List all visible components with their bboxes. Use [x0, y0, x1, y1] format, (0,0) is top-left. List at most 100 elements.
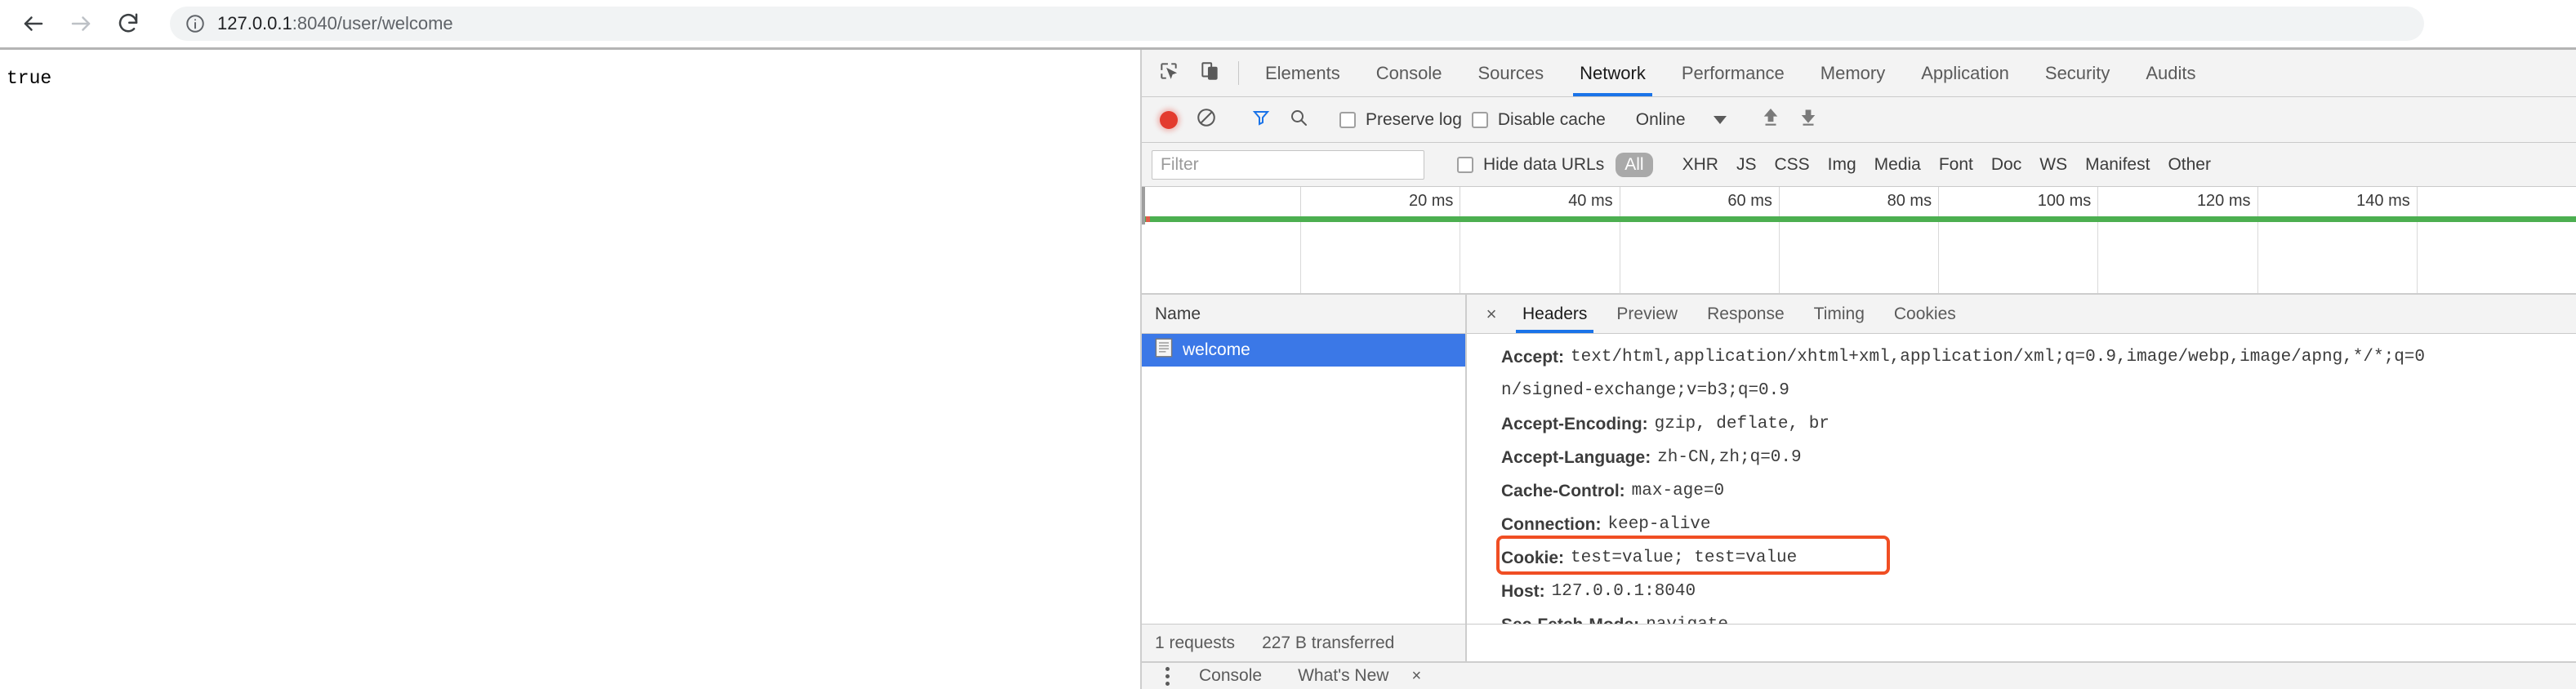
- filter-type-manifest[interactable]: Manifest: [2076, 153, 2159, 177]
- reload-button[interactable]: [105, 0, 152, 47]
- tab-performance[interactable]: Performance: [1664, 50, 1803, 96]
- detail-tab-headers[interactable]: Headers: [1508, 295, 1602, 333]
- checkbox-box: [1339, 111, 1356, 128]
- preserve-log-checkbox[interactable]: Preserve log: [1335, 110, 1467, 130]
- request-detail-pane: × Headers Preview Response Timing Cookie…: [1467, 295, 2576, 624]
- detail-tab-cookies[interactable]: Cookies: [1879, 295, 1971, 333]
- tab-security[interactable]: Security: [2027, 50, 2128, 96]
- tab-console[interactable]: Console: [1358, 50, 1460, 96]
- kebab-menu-icon[interactable]: [1153, 666, 1181, 686]
- tab-memory[interactable]: Memory: [1803, 50, 1903, 96]
- network-filter-bar: Hide data URLs All XHR JS CSS Img Media …: [1142, 143, 2576, 187]
- inspect-element-button[interactable]: [1148, 50, 1189, 96]
- timeline-tick: 20 ms: [1301, 187, 1461, 215]
- disable-cache-checkbox[interactable]: Disable cache: [1467, 110, 1611, 130]
- forward-button[interactable]: [57, 0, 105, 47]
- header-row-sec-fetch-mode: Sec-Fetch-Mode: navigate: [1467, 608, 2576, 625]
- detail-tab-timing[interactable]: Timing: [1799, 295, 1879, 333]
- detail-tab-label: Headers: [1522, 304, 1588, 323]
- filter-type-all[interactable]: All: [1616, 152, 1653, 177]
- throttling-select[interactable]: Online: [1628, 110, 1735, 130]
- network-split: Name welcome × Headers Preview Response …: [1142, 295, 2576, 624]
- record-button[interactable]: [1150, 101, 1188, 139]
- header-name: Cookie:: [1501, 548, 1565, 567]
- info-circle-icon[interactable]: [185, 13, 206, 34]
- download-arrow-icon: [1798, 107, 1819, 133]
- clear-button[interactable]: [1188, 101, 1225, 139]
- device-toolbar-button[interactable]: [1189, 50, 1230, 96]
- request-list-pane: Name welcome: [1142, 295, 1467, 624]
- tab-label: Elements: [1265, 62, 1340, 83]
- header-name: Host:: [1501, 581, 1545, 601]
- timeline-left-handle[interactable]: [1142, 187, 1145, 224]
- detail-tab-list: × Headers Preview Response Timing Cookie…: [1467, 295, 2576, 334]
- filter-type-font[interactable]: Font: [1930, 153, 1982, 177]
- browser-toolbar: 127.0.0.1:8040/user/welcome: [0, 0, 2576, 47]
- filter-type-css[interactable]: CSS: [1765, 153, 1818, 177]
- drawer-tab-whats-new[interactable]: What's New: [1280, 666, 1406, 686]
- device-toolbar-icon: [1199, 60, 1220, 87]
- address-bar[interactable]: 127.0.0.1:8040/user/welcome: [170, 7, 2424, 41]
- close-icon[interactable]: ×: [1406, 667, 1426, 686]
- filter-type-ws[interactable]: WS: [2030, 153, 2076, 177]
- devtools-tab-list: Elements Console Sources Network Perform…: [1247, 50, 2214, 96]
- devtools-tabbar: Elements Console Sources Network Perform…: [1142, 50, 2576, 97]
- request-headers-list: Accept: text/html,application/xhtml+xml,…: [1467, 334, 2576, 624]
- filter-type-doc[interactable]: Doc: [1982, 153, 2030, 177]
- search-button[interactable]: [1280, 101, 1317, 139]
- arrow-right-icon: [69, 11, 93, 36]
- timeline-tick: 100 ms: [1939, 187, 2099, 215]
- tab-label: Console: [1375, 62, 1442, 83]
- tab-audits[interactable]: Audits: [2128, 50, 2213, 96]
- header-name: Accept-Encoding:: [1501, 414, 1648, 433]
- reload-icon: [116, 11, 140, 36]
- tab-label: Security: [2044, 62, 2110, 83]
- filter-type-img[interactable]: Img: [1819, 153, 1865, 177]
- network-overview[interactable]: 20 ms 40 ms 60 ms 80 ms 100 ms 120 ms 14…: [1142, 187, 2576, 295]
- filter-input[interactable]: [1152, 149, 1424, 180]
- close-detail-button[interactable]: ×: [1475, 295, 1508, 333]
- hide-data-urls-label: Hide data URLs: [1483, 154, 1605, 174]
- back-button[interactable]: [10, 0, 57, 47]
- header-value: n/signed-exchange;v=b3;q=0.9: [1501, 381, 1789, 400]
- page-response-text: true: [7, 68, 52, 89]
- filter-type-media[interactable]: Media: [1865, 153, 1930, 177]
- tab-elements[interactable]: Elements: [1247, 50, 1358, 96]
- clear-icon: [1196, 107, 1217, 133]
- tab-network[interactable]: Network: [1562, 50, 1664, 96]
- throttling-value: Online: [1635, 109, 1686, 129]
- drawer-tab-console[interactable]: Console: [1181, 666, 1280, 686]
- detail-tab-preview[interactable]: Preview: [1602, 295, 1692, 333]
- tab-label: Application: [1921, 62, 2009, 83]
- tab-label: Performance: [1681, 62, 1785, 83]
- devtools-drawer: Console What's New ×: [1142, 661, 2576, 689]
- table-row[interactable]: welcome: [1142, 334, 1465, 367]
- transferred-size: 227 B transferred: [1262, 633, 1395, 652]
- timeline-event-marker: [1146, 216, 1150, 222]
- timeline-tick: [1142, 187, 1302, 215]
- hide-data-urls-checkbox[interactable]: Hide data URLs: [1452, 155, 1609, 175]
- filter-type-label: Media: [1874, 154, 1921, 174]
- header-row-host: Host: 127.0.0.1:8040: [1467, 575, 2576, 608]
- import-har-button[interactable]: [1752, 101, 1789, 139]
- tab-label: Memory: [1820, 62, 1886, 83]
- url-path: :8040/user/welcome: [292, 13, 453, 33]
- arrow-left-icon: [21, 11, 46, 36]
- network-status-bar: 1 requests 227 B transferred: [1142, 624, 2576, 661]
- request-column-header[interactable]: Name: [1142, 295, 1465, 334]
- column-header-name: Name: [1155, 304, 1201, 323]
- filter-type-other[interactable]: Other: [2159, 153, 2220, 177]
- detail-tab-label: Timing: [1813, 304, 1865, 323]
- tab-sources[interactable]: Sources: [1460, 50, 1562, 96]
- detail-tab-response[interactable]: Response: [1692, 295, 1799, 333]
- record-stop-icon: [1160, 110, 1178, 129]
- header-value: gzip, deflate, br: [1654, 415, 1829, 433]
- filter-type-js[interactable]: JS: [1727, 153, 1766, 177]
- timeline-tick: 80 ms: [1780, 187, 1940, 215]
- filter-type-xhr[interactable]: XHR: [1674, 153, 1727, 177]
- tab-application[interactable]: Application: [1903, 50, 2027, 96]
- filter-toggle-button[interactable]: [1242, 101, 1280, 139]
- export-har-button[interactable]: [1789, 101, 1827, 139]
- filter-type-label: All: [1624, 154, 1644, 174]
- browser-window: 127.0.0.1:8040/user/welcome true Element…: [0, 0, 2576, 689]
